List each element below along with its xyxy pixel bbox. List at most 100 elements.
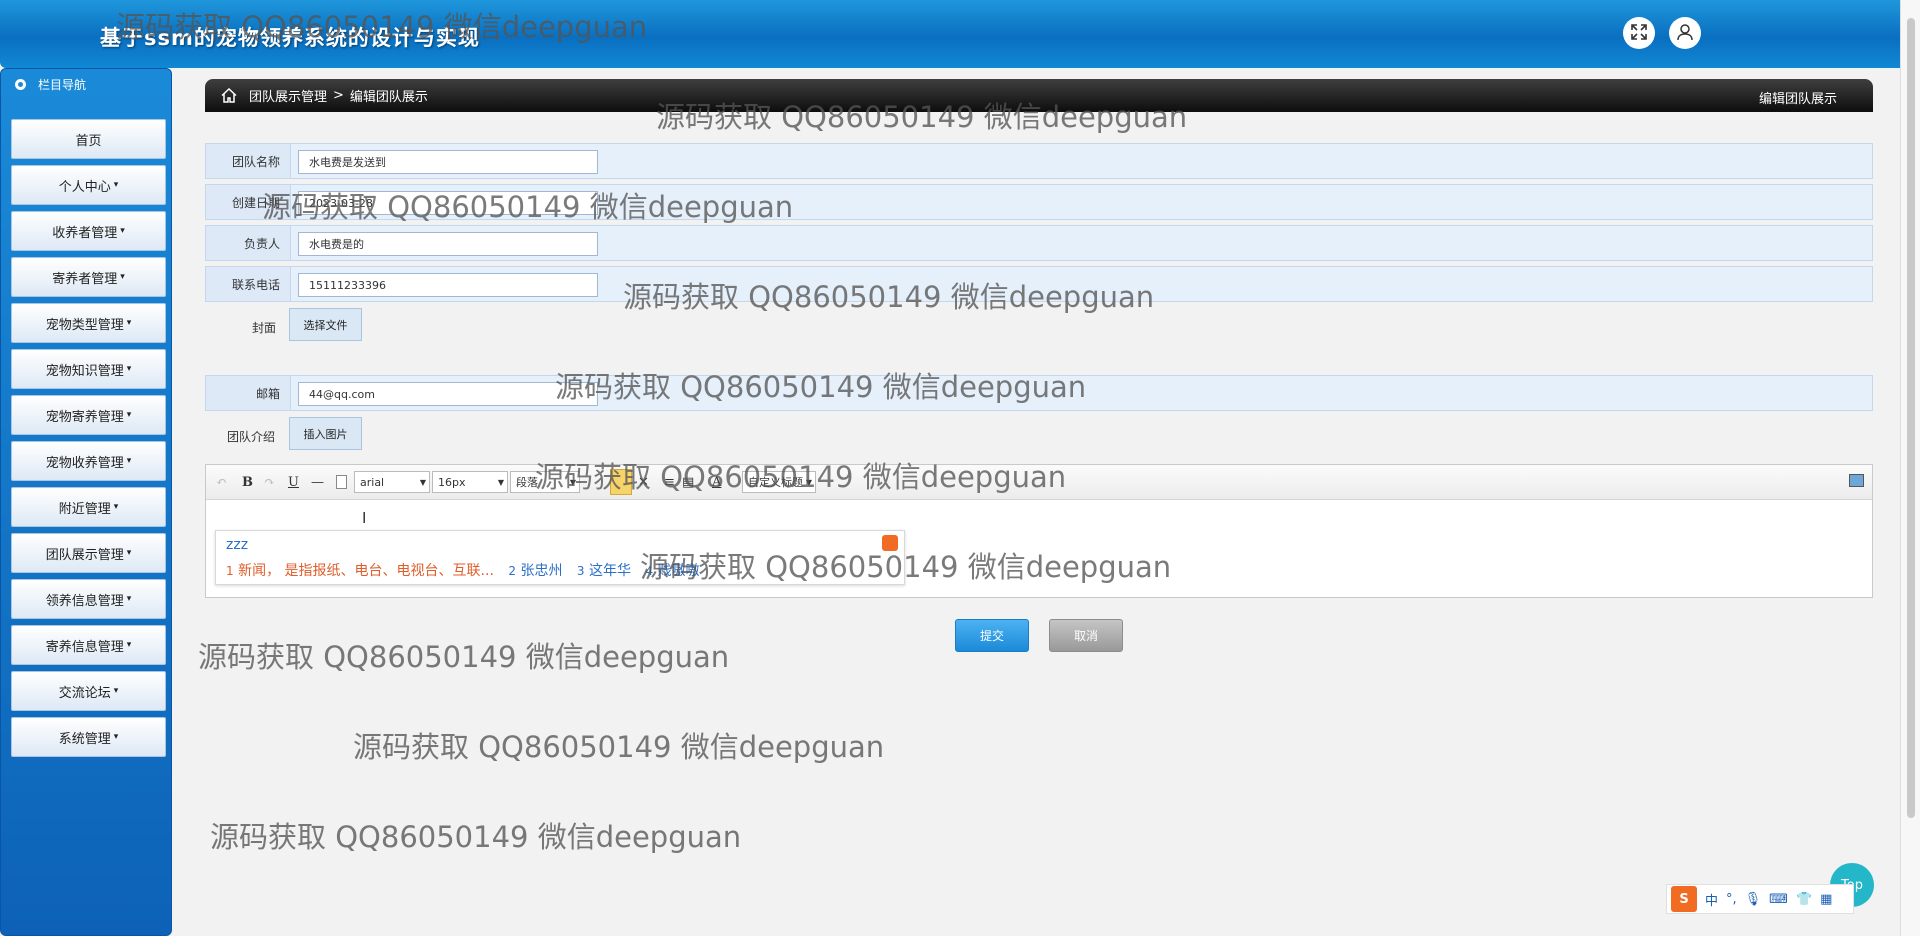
form-row-email: 邮箱 44@qq.com (205, 375, 1873, 411)
sidebar-item-label: 个人中心 (58, 179, 111, 195)
custom-title-value: 自定义标题 (748, 476, 803, 489)
undo-icon[interactable]: ↶ (216, 475, 227, 490)
microphone-icon[interactable]: 🎙 (1745, 892, 1762, 907)
phone-input[interactable]: 15111233396 (298, 273, 598, 297)
candidate-number: 1 (226, 564, 234, 578)
custom-title-select[interactable]: 自定义标题 ▼ (742, 471, 816, 493)
page-scrollbar[interactable] (1900, 0, 1920, 936)
sidebar-item-pet-adoption[interactable]: 宠物收养管理 ▾ (11, 441, 166, 481)
keyboard-icon[interactable]: ⌨ (1769, 892, 1788, 907)
ime-candidate[interactable]: 贱嗷嗷 (658, 563, 700, 579)
redo-icon[interactable]: ↷ (264, 475, 275, 490)
phone-label: 联系电话 (206, 267, 291, 301)
sidebar-item-home[interactable]: 首页 (11, 119, 166, 159)
app-title: 基于ssm的宠物领养系统的设计与实现 (100, 26, 480, 50)
breadcrumb-section[interactable]: 团队展示管理 (249, 86, 327, 105)
caret-down-icon: ▾ (126, 640, 132, 650)
caret-down-icon: ▾ (126, 410, 132, 420)
align-icon[interactable]: ≡ (664, 475, 675, 490)
ime-status-bar[interactable]: S 中 °, 🎙 ⌨ 👕 ▦ (1666, 884, 1854, 914)
caret-down-icon: ▾ (126, 548, 132, 558)
ime-candidate[interactable]: 这年华 (589, 563, 631, 579)
chevron-down-icon: ▼ (805, 477, 812, 487)
skin-icon[interactable]: 👕 (1796, 892, 1812, 907)
home-icon[interactable] (221, 88, 239, 104)
document-icon[interactable] (336, 475, 347, 489)
font-size-value: 16px (438, 475, 466, 489)
sidebar-item-team-showcase[interactable]: 团队展示管理 ▾ (11, 533, 166, 573)
sidebar-item-pet-types[interactable]: 宠物类型管理 ▾ (11, 303, 166, 343)
sidebar-item-foster-info[interactable]: 寄养信息管理 ▾ (11, 625, 166, 665)
insert-image-button[interactable]: 插入图片 (289, 417, 362, 450)
page-title: 编辑团队展示 (1758, 92, 1837, 107)
caret-down-icon: ▾ (113, 732, 119, 742)
sidebar-item-pet-knowledge[interactable]: 宠物知识管理 ▾ (11, 349, 166, 389)
ime-mode-indicator[interactable]: 中 (1705, 890, 1718, 909)
top-header: 基于ssm的宠物领养系统的设计与实现 (0, 0, 1900, 68)
cover-label: 封面 (252, 321, 277, 335)
nav-dot-icon (15, 78, 26, 90)
caret-down-icon: ▾ (126, 594, 132, 604)
email-label: 邮箱 (206, 376, 291, 410)
sidebar-item-label: 交流论坛 (58, 685, 111, 701)
font-size-select[interactable]: 16px ▼ (432, 471, 508, 493)
horizontal-rule-button[interactable]: — (311, 475, 324, 490)
table-icon[interactable]: ▤ (682, 475, 694, 490)
caret-down-icon: ▾ (113, 502, 119, 512)
punctuation-icon[interactable]: °, (1726, 892, 1737, 907)
underline-button[interactable]: U (288, 475, 299, 490)
rich-text-editor[interactable]: ↶ B ↷ U — arial ▼ 16px ▼ 段落 ▼ ✕ ≡ ▤ A 自定义标题… (205, 464, 1873, 598)
choose-file-button[interactable]: 选择文件 (289, 308, 362, 341)
source-view-icon[interactable] (1849, 474, 1864, 487)
ime-skin-icon[interactable] (882, 535, 898, 551)
ime-candidate[interactable]: 张忠州 (520, 563, 562, 579)
candidate-number: 2 (508, 564, 516, 578)
sidebar-nav: 栏目导航 首页 个人中心 ▾ 收养者管理 ▾ 寄养者管理 ▾ 宠物类型管理 ▾ 宠物知识… (0, 68, 172, 936)
sidebar-item-adoption-info[interactable]: 领养信息管理 ▾ (11, 579, 166, 619)
breadcrumb-separator: > (333, 88, 344, 103)
sidebar-item-label: 寄养信息管理 (45, 639, 124, 655)
sidebar-item-fosterers[interactable]: 寄养者管理 ▾ (11, 257, 166, 297)
scrollbar-thumb[interactable] (1907, 18, 1915, 818)
leader-input[interactable]: 水电费是的 (298, 232, 598, 256)
user-icon (1676, 23, 1694, 44)
highlight-button[interactable] (610, 469, 632, 495)
watermark: 源码获取 QQ86050149 微信deepguan (353, 730, 885, 764)
font-color-button[interactable]: A (712, 475, 721, 490)
ime-candidate[interactable]: 新闻， 是指报纸、电台、电视台、互联... (238, 563, 494, 579)
sidebar-item-pet-foster[interactable]: 宠物寄养管理 ▾ (11, 395, 166, 435)
sidebar-heading: 栏目导航 (1, 69, 171, 99)
created-date-label: 创建日期 (206, 185, 291, 219)
cancel-button[interactable]: 取消 (1049, 619, 1123, 652)
caret-down-icon: ▾ (120, 226, 125, 236)
sidebar-item-label: 宠物寄养管理 (45, 409, 124, 425)
sidebar-item-adopters[interactable]: 收养者管理 ▾ (11, 211, 166, 251)
sidebar-item-system[interactable]: 系统管理 ▾ (11, 717, 166, 757)
ime-candidate-window: zzz 1 新闻， 是指报纸、电台、电视台、互联... 2 张忠州 3 这年华 … (215, 530, 905, 585)
sidebar-item-label: 首页 (75, 133, 102, 149)
caret-down-icon: ▾ (126, 318, 132, 328)
candidate-number: 4 (645, 564, 654, 578)
sidebar-item-label: 附近管理 (58, 501, 111, 517)
email-input[interactable]: 44@qq.com (298, 382, 598, 406)
submit-button[interactable]: 提交 (955, 619, 1029, 652)
sidebar-item-personal-center[interactable]: 个人中心 ▾ (11, 165, 166, 205)
form-row-phone: 联系电话 15111233396 (205, 266, 1873, 302)
watermark: 源码获取 QQ86050149 微信deepguan (210, 820, 742, 854)
bold-button[interactable]: B (242, 475, 253, 490)
sidebar-item-label: 系统管理 (58, 731, 111, 747)
candidate-number: 3 (576, 564, 585, 578)
team-name-label: 团队名称 (206, 144, 291, 178)
toolbox-icon[interactable]: ▦ (1820, 892, 1832, 907)
fullscreen-button[interactable] (1623, 17, 1655, 49)
ime-candidate-list: 1 新闻， 是指报纸、电台、电视台、互联... 2 张忠州 3 这年华 4 贱嗷… (226, 560, 700, 580)
sidebar-item-nearby[interactable]: 附近管理 ▾ (11, 487, 166, 527)
font-family-select[interactable]: arial ▼ (354, 471, 430, 493)
created-date-input[interactable]: 2023-03-28 (298, 191, 598, 215)
chevron-down-icon: ▼ (569, 477, 576, 487)
team-name-input[interactable]: 水电费是发送到 (298, 150, 598, 174)
paragraph-select[interactable]: 段落 ▼ (510, 471, 580, 493)
user-menu-button[interactable] (1669, 17, 1701, 49)
clear-format-icon[interactable]: ✕ (638, 475, 649, 490)
sidebar-item-forum[interactable]: 交流论坛 ▾ (11, 671, 166, 711)
